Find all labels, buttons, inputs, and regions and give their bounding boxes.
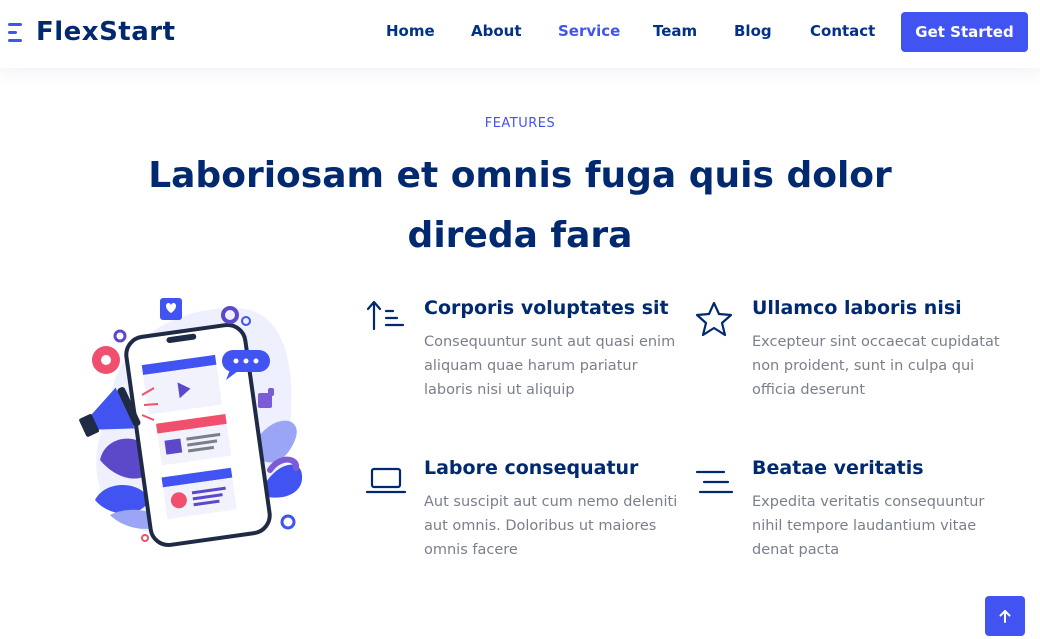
feature-title: Beatae veritatis [752, 457, 924, 479]
laptop-icon [366, 467, 407, 494]
sort-up-icon [366, 300, 405, 331]
feature-title: Corporis voluptates sit [424, 297, 669, 319]
text-align-icon [695, 470, 734, 494]
feature-title: Ullamco laboris nisi [752, 297, 962, 319]
phone-marketing-illustration [79, 298, 303, 547]
main-nav: Home About Service Team Blog Contact Get… [0, 0, 1040, 68]
nav-blog[interactable]: Blog [734, 22, 772, 40]
section-title: Laboriosam et omnis fuga quis dolor dire… [148, 155, 892, 256]
nav-contact[interactable]: Contact [810, 22, 875, 40]
section-tag: FEATURES [484, 116, 556, 131]
site-header: FlexStart Home About Service Team Blog C… [0, 0, 1040, 68]
feature-text: Aut suscipit aut cum nemo deleniti aut o… [424, 494, 678, 558]
back-to-top-button[interactable] [985, 596, 1025, 636]
nav-service[interactable]: Service [558, 22, 620, 40]
nav-about[interactable]: About [471, 22, 522, 40]
arrow-up-icon [999, 610, 1011, 623]
feature-title: Labore consequatur [424, 457, 639, 479]
get-started-button[interactable]: Get Started [901, 12, 1028, 52]
feature-text: Expedita veritatis consequuntur nihil te… [752, 494, 985, 558]
feature-text: Consequuntur sunt aut quasi enim aliquam… [424, 334, 676, 398]
star-icon [695, 301, 733, 337]
nav-home[interactable]: Home [386, 22, 435, 40]
feature-text: Excepteur sint occaecat cupidatat non pr… [752, 334, 1000, 398]
nav-team[interactable]: Team [653, 22, 697, 40]
